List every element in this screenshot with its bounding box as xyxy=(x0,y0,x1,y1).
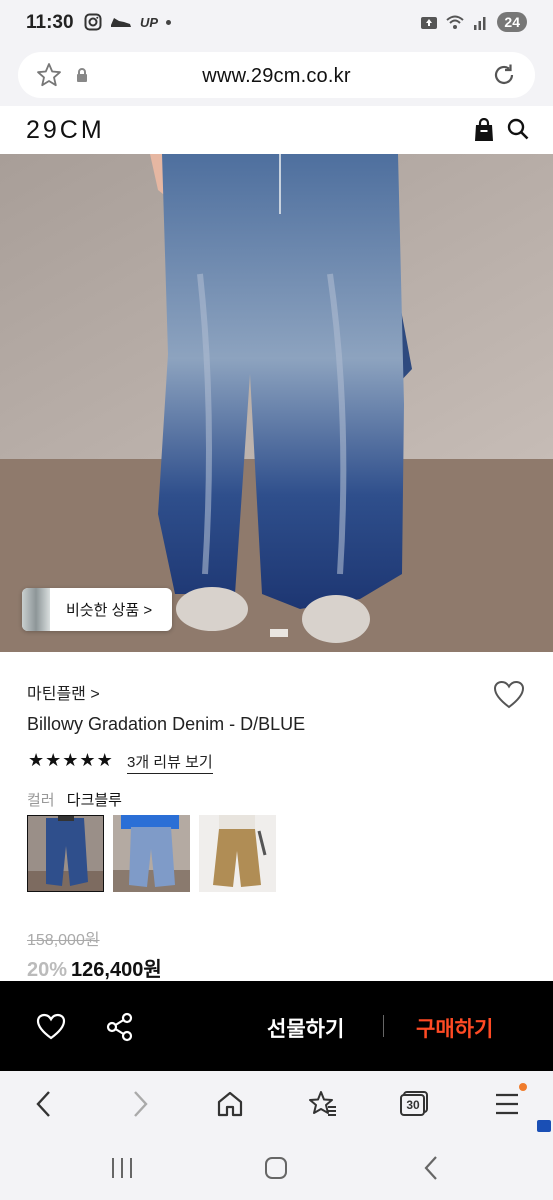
notification-dot-icon xyxy=(166,19,172,25)
status-bar: 11:30 UP 24 xyxy=(0,0,553,48)
menu-icon[interactable] xyxy=(495,1093,519,1115)
back-button-icon[interactable] xyxy=(423,1155,439,1181)
menu-notification-dot xyxy=(519,1083,527,1091)
color-swatches xyxy=(27,815,276,892)
color-value: 다크블루 xyxy=(66,792,122,809)
gift-button[interactable]: 선물하기 xyxy=(267,1013,344,1043)
swatch-beige[interactable] xyxy=(199,815,276,892)
tabs-icon[interactable]: 30 xyxy=(399,1091,429,1122)
buy-button[interactable]: 구매하기 xyxy=(416,1013,493,1043)
similar-products-button[interactable]: 비슷한 상품 > xyxy=(22,588,172,631)
site-header: 29CM xyxy=(0,106,553,154)
share-icon[interactable] xyxy=(106,1012,134,1042)
browser-toolbar: 30 xyxy=(0,1071,553,1139)
color-row: 컬러 다크블루 xyxy=(27,789,122,810)
upload-icon xyxy=(421,17,438,29)
original-price: 158,000원 xyxy=(27,932,100,949)
swatch-dark-blue[interactable] xyxy=(27,815,104,892)
forward-icon[interactable] xyxy=(130,1090,150,1118)
shoe-icon xyxy=(111,18,131,27)
product-main-image[interactable] xyxy=(0,154,553,652)
star-icon: ★ xyxy=(96,750,113,770)
recent-apps-icon[interactable] xyxy=(110,1157,134,1179)
swatch-light-blue[interactable] xyxy=(113,815,190,892)
up-label: UP xyxy=(140,14,159,30)
similar-products-thumbnail xyxy=(22,588,50,631)
review-link[interactable]: 3개 리뷰 보기 xyxy=(127,751,213,774)
star-icon: ★ xyxy=(28,750,45,770)
browser-url-bar-area: www.29cm.co.kr xyxy=(0,48,553,106)
url-text[interactable]: www.29cm.co.kr xyxy=(18,65,535,88)
star-icon: ★ xyxy=(45,750,62,770)
purchase-action-bar: 선물하기 구매하기 xyxy=(0,981,553,1071)
home-button-icon[interactable] xyxy=(264,1156,288,1180)
wishlist-heart-icon[interactable] xyxy=(493,680,525,710)
heart-icon[interactable] xyxy=(36,1013,66,1041)
tabs-count: 30 xyxy=(406,1098,420,1112)
brand-link[interactable]: 마틴플랜 > xyxy=(27,680,100,704)
wifi-icon xyxy=(446,15,465,29)
status-time: 11:30 xyxy=(26,12,74,33)
price-row: 20% 126,400원 xyxy=(27,953,162,982)
site-logo[interactable]: 29CM xyxy=(26,116,105,145)
product-name: Billowy Gradation Denim - D/BLUE xyxy=(27,714,306,734)
rating-stars: ★ ★ ★ ★ ★ xyxy=(28,751,113,769)
instagram-icon xyxy=(84,13,102,31)
signal-icon xyxy=(474,17,486,30)
home-icon[interactable] xyxy=(216,1090,244,1118)
product-photo xyxy=(0,154,553,652)
back-icon[interactable] xyxy=(34,1090,54,1118)
flag-icon xyxy=(537,1120,551,1132)
system-navigation-bar xyxy=(0,1139,553,1200)
battery-icon: 24 xyxy=(497,12,527,32)
discount-rate: 20% xyxy=(27,959,68,981)
search-icon[interactable] xyxy=(507,118,529,140)
star-icon: ★ xyxy=(62,750,79,770)
sale-price: 126,400원 xyxy=(71,959,162,981)
action-divider xyxy=(383,1015,384,1037)
url-bar[interactable]: www.29cm.co.kr xyxy=(18,52,535,98)
similar-products-label: 비슷한 상품 > xyxy=(66,602,153,619)
reload-icon[interactable] xyxy=(491,62,517,88)
color-label: 컬러 xyxy=(27,792,55,809)
shopping-bag-icon[interactable] xyxy=(473,118,495,142)
star-icon: ★ xyxy=(79,750,96,770)
bookmark-icon[interactable] xyxy=(308,1090,338,1118)
